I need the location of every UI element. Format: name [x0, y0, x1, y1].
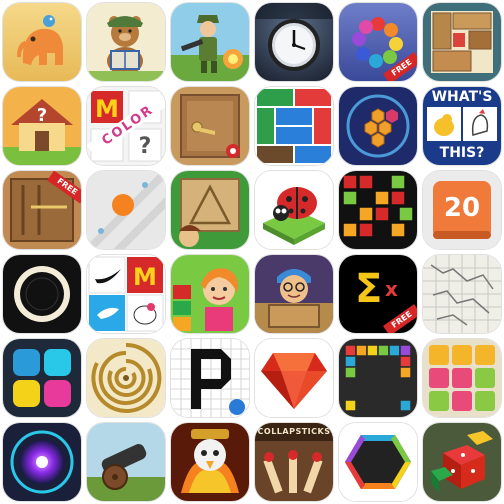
teddy-bear-icon: [87, 3, 165, 81]
app-icon-triangle-puzzle[interactable]: [168, 168, 252, 252]
orange-ball-icon: [87, 171, 165, 249]
hexagon-icon: [339, 423, 417, 501]
maze-icon: [87, 339, 165, 417]
app-icon-color-blocks[interactable]: [252, 84, 336, 168]
triangle-puzzle-icon: [171, 171, 249, 249]
ring-icon: [3, 255, 81, 333]
app-icon-block-fill-grid[interactable]: [336, 336, 420, 420]
bird-icon: [171, 423, 249, 501]
app-icon-four-color-squares[interactable]: [0, 336, 84, 420]
house-icon: ?: [3, 87, 81, 165]
app-icon-wooden-box-lines[interactable]: FREE: [0, 168, 84, 252]
app-icon-flaming-bird[interactable]: [168, 420, 252, 504]
app-icon-number-20-tile[interactable]: 20: [420, 168, 504, 252]
app-icon-cannon[interactable]: [84, 420, 168, 504]
svg-text:?: ?: [139, 134, 152, 159]
x-symbol: x: [385, 277, 398, 301]
door-icon: [171, 87, 249, 165]
app-icon-hexagon-outline[interactable]: [336, 420, 420, 504]
sliding-block-icon: [423, 3, 501, 81]
svg-text:M: M: [95, 95, 119, 123]
elephant-icon: [3, 3, 81, 81]
app-icon-grid: FREE ? M ? COLOR WHAT'S THIS? FREE 20 M …: [0, 0, 504, 504]
app-icon-soldier-farm[interactable]: [168, 0, 252, 84]
hex-puzzle-icon: [339, 87, 417, 165]
block-grid-icon: [339, 171, 417, 249]
clock-icon: [255, 3, 333, 81]
gem-icon: [255, 339, 333, 417]
app-icon-sliding-block-puzzle[interactable]: [420, 0, 504, 84]
this-label: THIS?: [439, 145, 485, 161]
app-icon-question-house[interactable]: ?: [0, 84, 84, 168]
app-icon-hex-block-puzzle[interactable]: [336, 84, 420, 168]
app-icon-orange-ball-lines[interactable]: [84, 168, 168, 252]
app-icon-brand-logo-quiz[interactable]: M: [84, 252, 168, 336]
app-icon-hexagon-color-ring[interactable]: FREE: [336, 0, 420, 84]
brand-quiz-icon: M: [87, 255, 165, 333]
app-icon-ring-circle[interactable]: [0, 252, 84, 336]
sigma-symbol: Σ: [355, 266, 383, 312]
app-icon-colored-block-grid[interactable]: [336, 168, 420, 252]
boy-icon: [255, 255, 333, 333]
svg-text:M: M: [133, 263, 157, 291]
app-icon-collapsticks[interactable]: COLLAPSTICKS: [252, 420, 336, 504]
app-icon-red-gem[interactable]: [252, 336, 336, 420]
pixel-p-icon: [171, 339, 249, 417]
app-icon-candy-girl[interactable]: [168, 252, 252, 336]
four-squares-icon: [3, 339, 81, 417]
collapsticks-title: COLLAPSTICKS: [257, 427, 331, 436]
app-icon-3d-dice[interactable]: [420, 420, 504, 504]
app-icon-color-logo-quiz[interactable]: M ? COLOR: [84, 84, 168, 168]
app-icon-elephant[interactable]: [0, 0, 84, 84]
ladybug-icon: [255, 171, 333, 249]
color-blocks-icon: [255, 87, 333, 165]
app-icon-sigma-x-math[interactable]: Σ x FREE: [336, 252, 420, 336]
app-icon-paper-map-grid[interactable]: [420, 252, 504, 336]
app-icon-nine-square-grid[interactable]: [420, 336, 504, 420]
nine-grid-icon: [423, 339, 501, 417]
app-icon-wooden-door[interactable]: [168, 84, 252, 168]
whats-label: WHAT'S: [431, 89, 493, 105]
app-icon-ladybug[interactable]: [252, 168, 336, 252]
number-label: 20: [443, 193, 481, 223]
map-grid-icon: [423, 255, 501, 333]
soldier-icon: [171, 3, 249, 81]
cannon-icon: [87, 423, 165, 501]
app-icon-wall-clock[interactable]: [252, 0, 336, 84]
app-icon-teddy-bear-reading[interactable]: [84, 0, 168, 84]
orb-icon: [3, 423, 81, 501]
dice-icon: [423, 423, 501, 501]
app-icon-purple-orb[interactable]: [0, 420, 84, 504]
svg-text:?: ?: [37, 105, 47, 126]
app-icon-boy-with-glasses[interactable]: [252, 252, 336, 336]
girl-icon: [171, 255, 249, 333]
block-fill-icon: [339, 339, 417, 417]
app-icon-whats-this-quiz[interactable]: WHAT'S THIS?: [420, 84, 504, 168]
app-icon-golden-maze[interactable]: [84, 336, 168, 420]
app-icon-pixel-letter-p[interactable]: [168, 336, 252, 420]
